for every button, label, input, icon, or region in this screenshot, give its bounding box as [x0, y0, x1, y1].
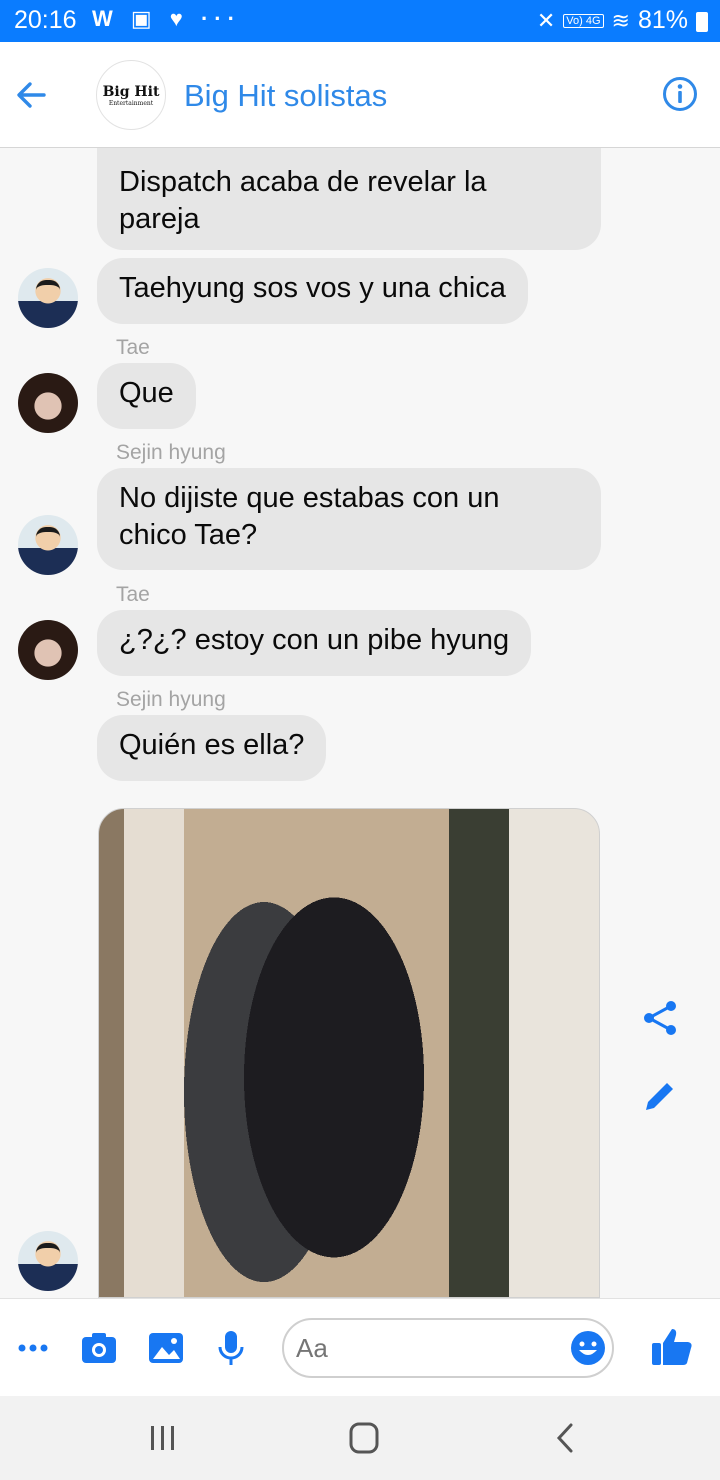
sender-avatar[interactable] [18, 620, 78, 680]
battery-icon [696, 11, 708, 32]
status-time: 20:16 [14, 6, 77, 34]
message-bubble[interactable]: Dispatch acaba de revelar la pareja [97, 148, 601, 250]
sender-name: Sejin hyung [116, 441, 226, 464]
back-arrow-icon[interactable] [14, 78, 48, 112]
message-bubble[interactable]: Taehyung sos vos y una chica [97, 258, 528, 324]
message-bubble[interactable]: ¿?¿? estoy con un pibe hyung [97, 610, 532, 676]
conversation-title[interactable]: Big Hit solistas [184, 78, 387, 114]
wifi-signal-icon: ≋ [611, 7, 630, 33]
sender-name: Sejin hyung [116, 688, 226, 711]
share-icon[interactable] [640, 998, 680, 1038]
emoji-icon[interactable] [570, 1330, 606, 1366]
thumbs-up-icon[interactable] [650, 1325, 694, 1369]
sender-avatar[interactable] [18, 268, 78, 328]
more-icon[interactable] [16, 1329, 54, 1367]
info-icon[interactable] [662, 76, 698, 112]
edit-pencil-icon[interactable] [640, 1076, 680, 1116]
message-composer [0, 1298, 720, 1396]
sender-name: Tae [116, 336, 150, 359]
message-text: Quién es ella? [119, 729, 305, 761]
message-bubble[interactable]: Que [97, 363, 196, 429]
nav-back-icon[interactable] [545, 1420, 585, 1456]
recent-apps-icon[interactable] [143, 1420, 183, 1456]
camera-icon[interactable] [80, 1329, 118, 1367]
gallery-icon[interactable] [147, 1329, 185, 1367]
battery-percent: 81% [637, 6, 688, 34]
logo-line1: Big Hit [102, 83, 160, 100]
sender-name: Tae [116, 583, 150, 606]
notification-icons: W ▣ ♥ ··· [92, 6, 241, 31]
system-nav-bar [0, 1396, 720, 1480]
photo-message[interactable] [98, 808, 600, 1298]
sender-avatar[interactable] [18, 1231, 78, 1291]
network-tag: Vo) 4G [563, 13, 604, 28]
message-text: ¿?¿? estoy con un pibe hyung [119, 624, 510, 656]
home-icon[interactable] [343, 1420, 383, 1456]
message-list[interactable]: Dispatch acaba de revelar la pareja Taeh… [0, 148, 720, 1298]
message-bubble[interactable]: No dijiste que estabas con un chico Tae? [97, 468, 601, 570]
sender-avatar[interactable] [18, 515, 78, 575]
message-text: Dispatch acaba de revelar la pareja [119, 166, 487, 235]
microphone-icon[interactable] [212, 1329, 250, 1367]
message-text: Que [119, 377, 174, 409]
status-bar: 20:16 W ▣ ♥ ··· ✕ Vo) 4G ≋ 81% [0, 0, 720, 42]
message-bubble[interactable]: Quién es ella? [97, 715, 327, 781]
group-avatar[interactable]: Big Hit Entertainment [96, 60, 166, 130]
status-right-icons: ✕ Vo) 4G ≋ 81% [537, 6, 708, 35]
mute-icon: ✕ [536, 7, 556, 33]
message-text: No dijiste que estabas con un chico Tae? [119, 482, 500, 551]
logo-line2: Entertainment [108, 99, 154, 107]
message-input[interactable] [282, 1318, 614, 1378]
sender-avatar[interactable] [18, 373, 78, 433]
message-text: Taehyung sos vos y una chica [119, 272, 506, 304]
conversation-header: Big Hit Entertainment Big Hit solistas [0, 42, 720, 148]
